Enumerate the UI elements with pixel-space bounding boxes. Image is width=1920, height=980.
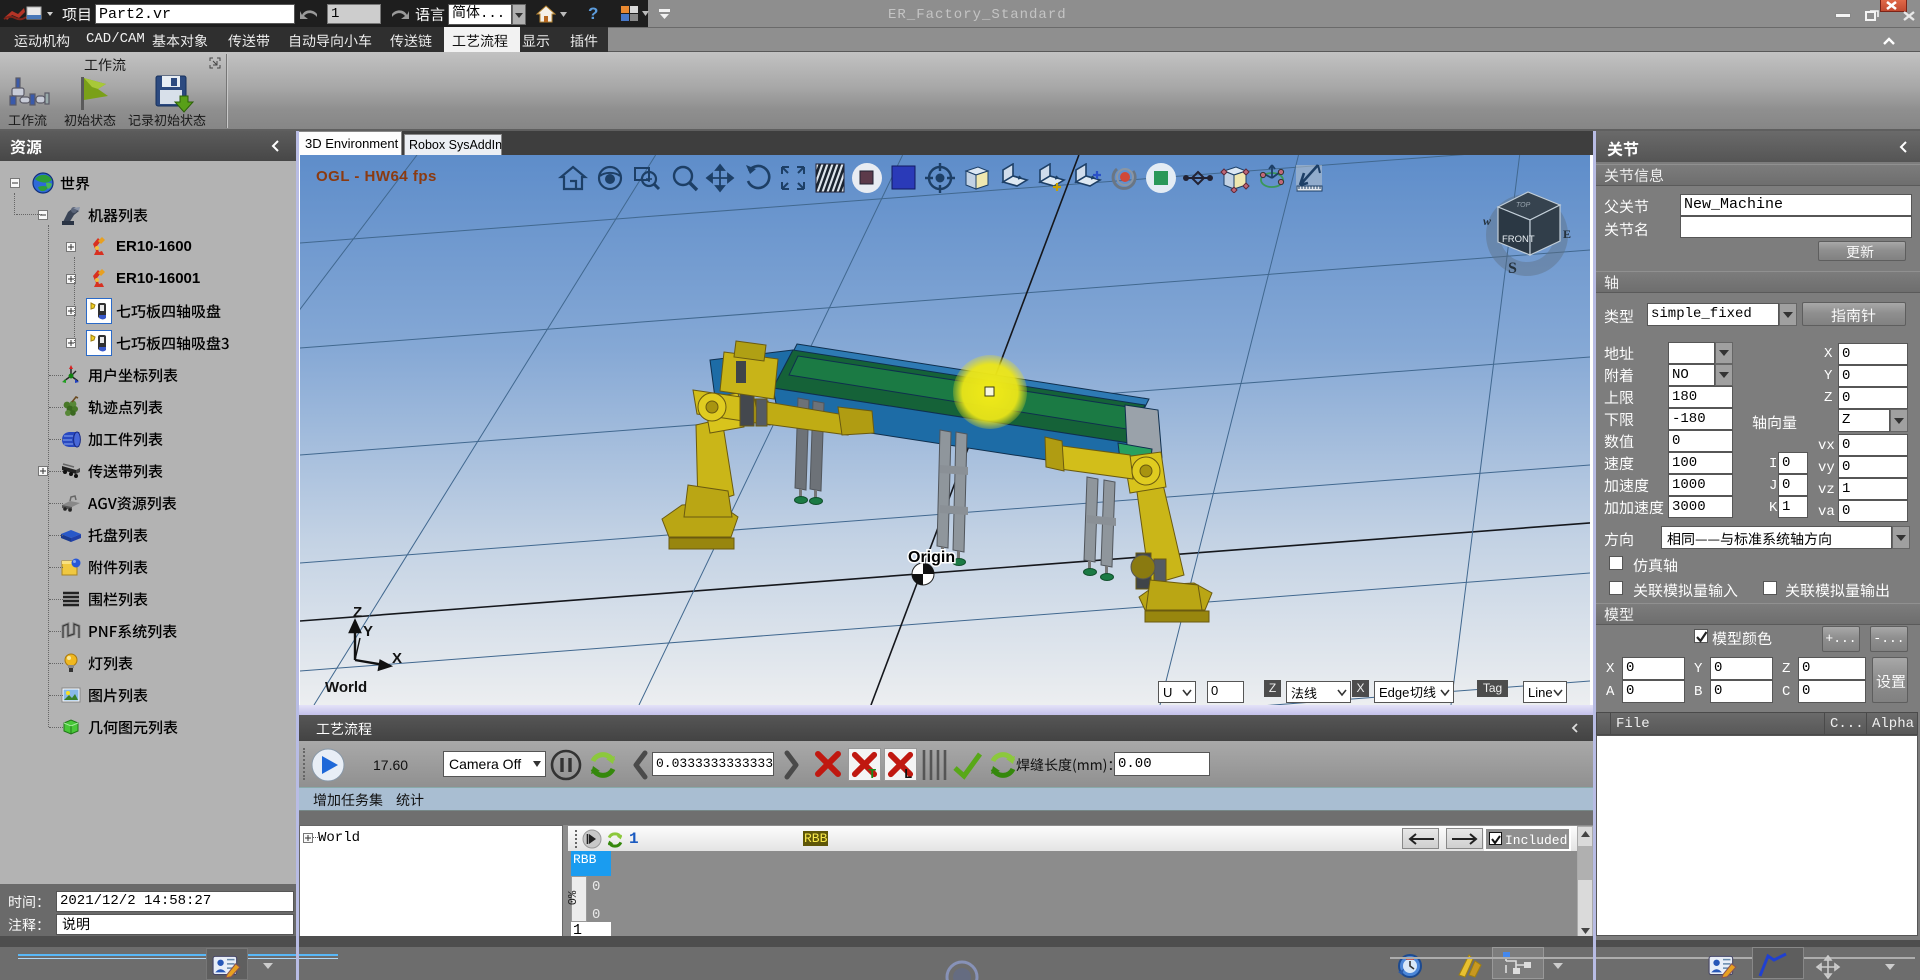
svg-text:World: World bbox=[325, 679, 367, 696]
svg-text:X: X bbox=[392, 650, 402, 667]
svg-text:FRONT: FRONT bbox=[1502, 234, 1535, 245]
svg-text:Z: Z bbox=[353, 604, 362, 621]
svg-text:TOP: TOP bbox=[1516, 202, 1531, 209]
svg-text:T: T bbox=[868, 767, 876, 780]
svg-text:Origin: Origin bbox=[908, 549, 955, 566]
svg-text:E: E bbox=[1563, 227, 1571, 241]
svg-text:w: w bbox=[1483, 214, 1492, 228]
svg-text:L: L bbox=[904, 767, 912, 780]
svg-text:Y: Y bbox=[363, 623, 373, 640]
svg-text:S: S bbox=[1508, 260, 1517, 277]
